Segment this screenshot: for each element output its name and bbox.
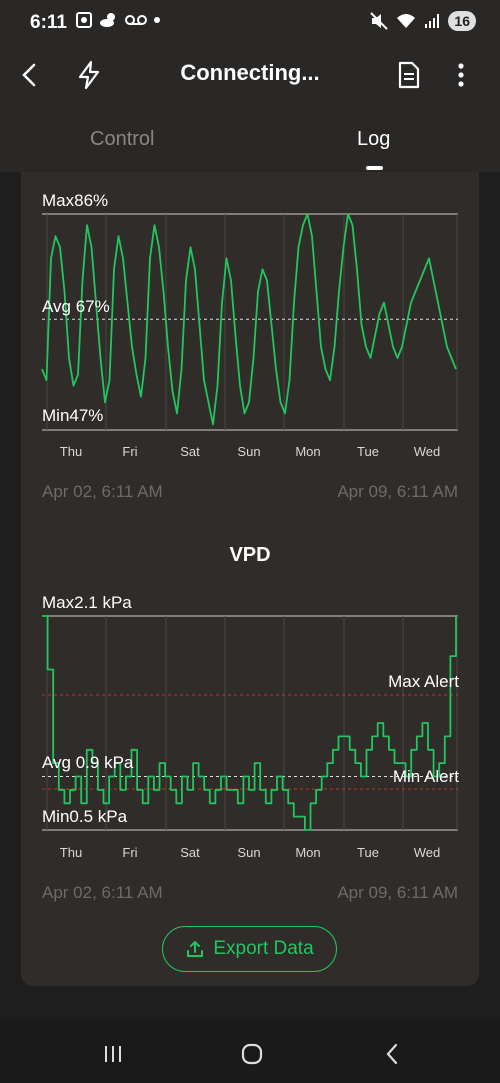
export-data-label: Export Data — [213, 938, 314, 959]
vpd-day-wed: Wed — [413, 845, 441, 860]
home-button[interactable] — [237, 1042, 267, 1066]
back-nav-icon — [386, 1043, 398, 1065]
vpd-end-date: Apr 09, 6:11 AM — [337, 883, 458, 902]
vpd-min-label: Min0.5 kPa — [42, 807, 128, 826]
vpd-max-alert-label: Max Alert — [388, 672, 459, 691]
vpd-start-date: Apr 02, 6:11 AM — [42, 883, 163, 902]
vpd-day-sun: Sun — [237, 845, 261, 860]
vpd-series-line — [42, 615, 457, 831]
vpd-day-tue: Tue — [357, 845, 379, 860]
system-nav-bar — [0, 1020, 500, 1083]
back-nav-button[interactable] — [377, 1042, 407, 1066]
vpd-max-label: Max2.1 kPa — [42, 593, 132, 612]
vpd-day-thu: Thu — [59, 845, 83, 860]
vpd-min-alert-label: Min Alert — [392, 767, 459, 786]
vpd-chart — [42, 615, 458, 831]
vpd-avg-label: Avg 0.9 kPa — [42, 753, 134, 772]
vpd-day-sat: Sat — [180, 845, 200, 860]
upload-icon — [187, 941, 204, 957]
vpd-day-fri: Fri — [122, 845, 138, 860]
home-icon — [241, 1043, 263, 1065]
recents-button[interactable] — [98, 1042, 128, 1066]
export-data-button[interactable]: Export Data — [162, 926, 337, 972]
recents-icon — [105, 1046, 121, 1062]
vpd-day-mon: Mon — [295, 845, 321, 860]
